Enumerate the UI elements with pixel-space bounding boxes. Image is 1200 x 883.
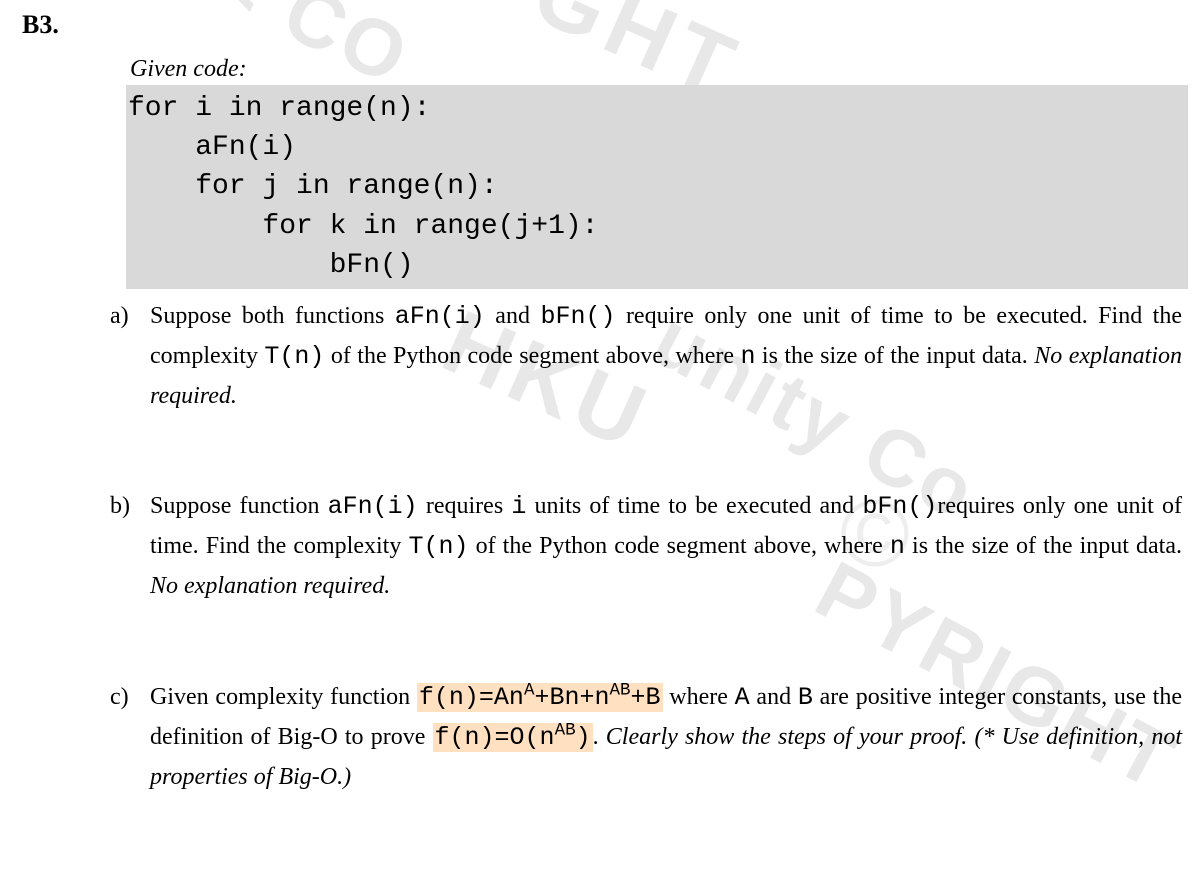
highlighted-formula-1: f(n)=AnA+Bn+nAB+B — [417, 683, 663, 712]
text-run: Suppose function — [150, 493, 328, 519]
superscript: A — [524, 680, 535, 700]
text-run: Given complexity function — [150, 684, 417, 710]
code-inline: +Bn+n — [534, 683, 609, 712]
superscript: AB — [555, 720, 576, 740]
part-a-body: Suppose both functions aFn(i) and bFn() … — [150, 297, 1182, 415]
code-block: for i in range(n): aFn(i) for j in range… — [126, 85, 1188, 289]
text-run: is the size of the input data. — [756, 343, 1035, 369]
text-run: where — [663, 684, 735, 710]
code-inline: T(n) — [408, 532, 468, 561]
italic-run: No explanation required. — [150, 573, 390, 599]
code-inline: f(n)=An — [419, 683, 524, 712]
question-number: B3. — [22, 10, 59, 40]
part-b: b) Suppose function aFn(i) requires i un… — [110, 487, 1182, 605]
code-inline: B — [798, 683, 813, 712]
part-b-label: b) — [110, 487, 150, 525]
code-inline: bFn() — [540, 302, 615, 331]
text-run: . — [593, 724, 606, 750]
code-line: for k in range(j+1): — [128, 211, 598, 242]
part-a: a) Suppose both functions aFn(i) and bFn… — [110, 297, 1182, 415]
text-run: Suppose both functions — [150, 303, 395, 329]
part-c-body: Given complexity function f(n)=AnA+Bn+nA… — [150, 678, 1182, 796]
text-run: of the Python code segment above, where — [324, 343, 740, 369]
text-run: and — [485, 303, 541, 329]
code-inline: f(n)=O(n — [435, 723, 555, 752]
part-c: c) Given complexity function f(n)=AnA+Bn… — [110, 678, 1182, 796]
part-b-body: Suppose function aFn(i) requires i units… — [150, 487, 1182, 605]
code-inline: ) — [576, 723, 591, 752]
code-inline: A — [735, 683, 750, 712]
question-parts: a) Suppose both functions aFn(i) and bFn… — [110, 297, 1182, 796]
code-inline: aFn(i) — [395, 302, 485, 331]
text-run: units of time to be executed and — [526, 493, 862, 519]
code-line: for i in range(n): — [128, 93, 430, 124]
superscript: AB — [609, 680, 630, 700]
question-content: Given code: for i in range(n): aFn(i) fo… — [130, 56, 1182, 796]
text-run: and — [750, 684, 798, 710]
code-line: aFn(i) — [128, 132, 296, 163]
code-inline: i — [511, 492, 526, 521]
part-a-label: a) — [110, 297, 150, 335]
code-line: for j in range(n): — [128, 171, 498, 202]
code-line: bFn() — [128, 250, 414, 281]
given-code-label: Given code: — [130, 56, 1182, 83]
code-inline: n — [890, 532, 905, 561]
text-run: of the Python code segment above, where — [468, 533, 889, 559]
code-inline: T(n) — [264, 342, 324, 371]
code-inline: aFn(i) — [328, 492, 418, 521]
text-run: is the size of the input data. — [905, 533, 1182, 559]
highlighted-formula-2: f(n)=O(nAB) — [433, 723, 593, 752]
code-inline: +B — [630, 683, 660, 712]
code-inline: bFn() — [862, 492, 937, 521]
code-inline: n — [740, 342, 755, 371]
text-run: requires — [418, 493, 512, 519]
part-c-label: c) — [110, 678, 150, 716]
